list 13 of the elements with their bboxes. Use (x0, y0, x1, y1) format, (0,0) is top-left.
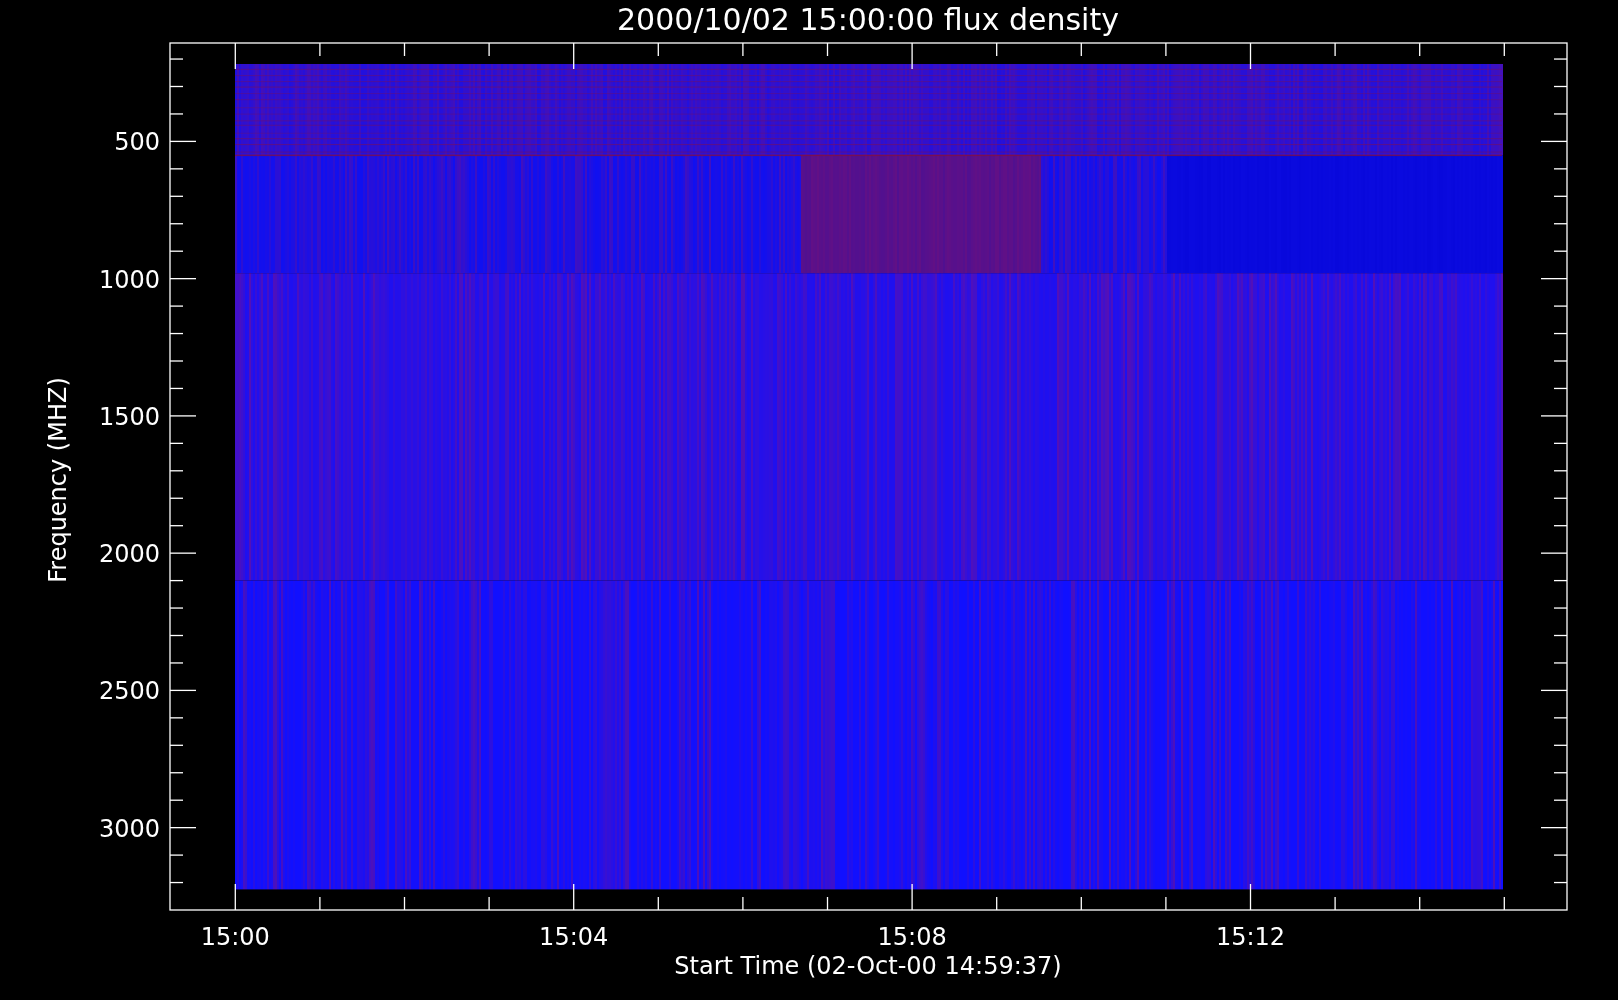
x-tick-label: 15:00 (200, 923, 270, 951)
y-tick-label: 2500 (98, 677, 160, 706)
y-axis-title: Frequency (MHZ) (44, 377, 72, 583)
y-tick-label: 1500 (98, 402, 160, 431)
y-tick-label: 3000 (98, 814, 160, 843)
x-tick-label: 15:08 (877, 923, 947, 951)
x-tick-label: 15:04 (539, 923, 609, 951)
x-tick-label: 15:12 (1215, 923, 1286, 951)
y-tick-label: 500 (114, 128, 160, 157)
y-tick-label: 2000 (98, 540, 160, 569)
plot-title: 2000/10/02 15:00:00 flux density (617, 2, 1119, 37)
x-axis-title: Start Time (02-Oct-00 14:59:37) (674, 952, 1062, 980)
y-tick-label: 1000 (98, 265, 160, 294)
